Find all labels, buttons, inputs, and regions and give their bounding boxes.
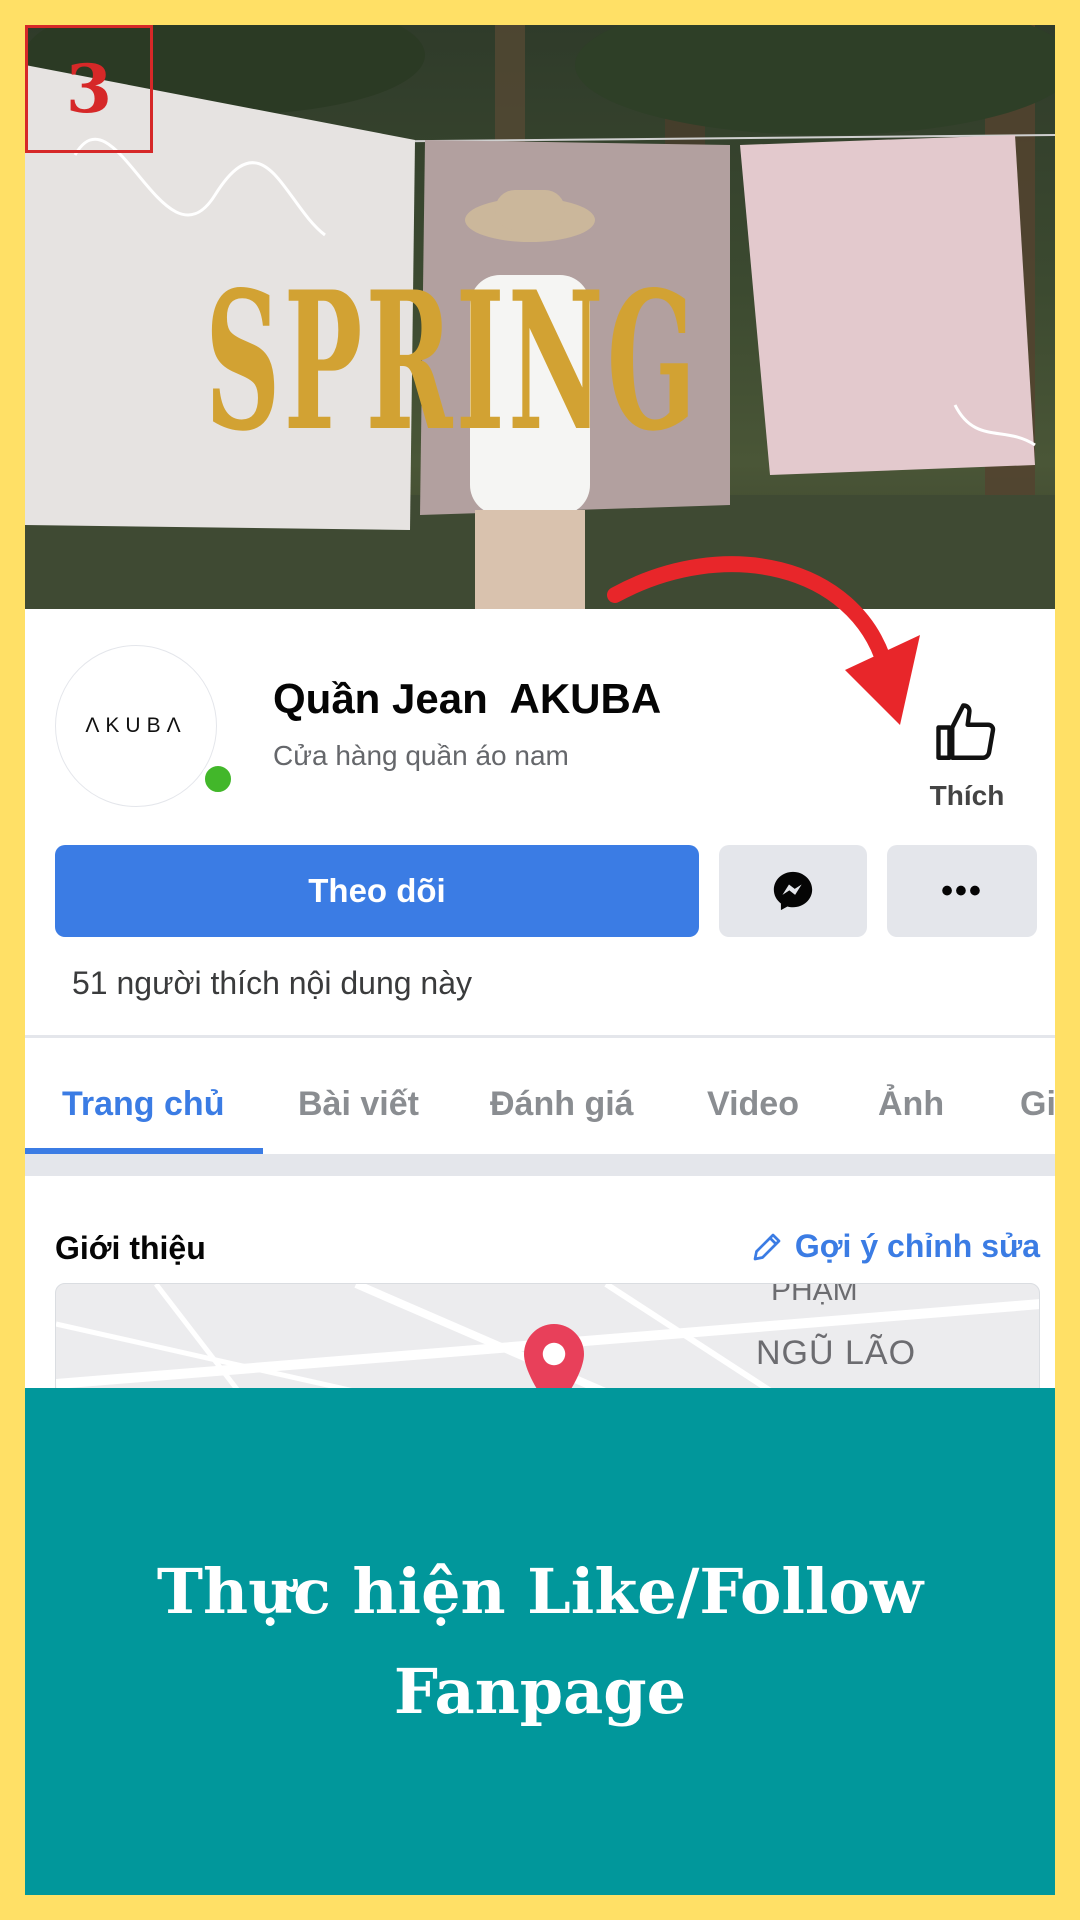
instruction-line-1: Thực hiện Like/Follow bbox=[156, 1554, 924, 1628]
avatar-logo-text: ΛKUBΛ bbox=[85, 714, 187, 737]
page-category: Cửa hàng quần áo nam bbox=[273, 740, 569, 771]
tab-more[interactable]: Gi bbox=[1020, 1085, 1055, 1124]
thumbs-up-icon bbox=[936, 703, 996, 760]
tab-posts[interactable]: Bài viết bbox=[298, 1085, 419, 1124]
page-name[interactable]: Quần Jean AKUBA bbox=[273, 675, 661, 723]
page-header: ΛKUBΛ Quần Jean AKUBA Cửa hàng quần áo n… bbox=[55, 645, 1045, 815]
suggest-edit-label: Gợi ý chỉnh sửa bbox=[794, 1228, 1040, 1264]
map-area-label-top: PHẠM bbox=[771, 1283, 858, 1307]
suggest-edit-link[interactable]: Gợi ý chỉnh sửa bbox=[749, 1228, 1040, 1265]
map-area-label: NGŨ LÃO bbox=[756, 1334, 917, 1372]
page-avatar[interactable]: ΛKUBΛ bbox=[55, 645, 217, 807]
page-tabs: Trang chủ Bài viết Đánh giá Video Ảnh Gi bbox=[25, 1045, 1055, 1155]
like-label: Thích bbox=[929, 780, 1005, 811]
screenshot-frame: SPRING 3 ΛKUBΛ Quần Jean AKUBA Cửa hàng … bbox=[25, 25, 1055, 1895]
action-buttons: Theo dõi ••• bbox=[55, 845, 1045, 937]
tab-home[interactable]: Trang chủ bbox=[62, 1085, 224, 1124]
likes-count: 51 người thích nội dung này bbox=[72, 965, 473, 1001]
tab-videos[interactable]: Video bbox=[707, 1085, 799, 1124]
instruction-text: Thực hiện Like/Follow Fanpage bbox=[90, 1542, 990, 1742]
step-number-box: 3 bbox=[25, 25, 153, 153]
tab-reviews[interactable]: Đánh giá bbox=[490, 1085, 634, 1124]
more-options-button[interactable]: ••• bbox=[887, 845, 1037, 937]
like-button[interactable]: Thích bbox=[905, 645, 1025, 825]
messenger-button[interactable] bbox=[719, 845, 867, 937]
cover-headline: SPRING bbox=[205, 250, 700, 473]
cover-photo: SPRING 3 bbox=[25, 25, 1055, 609]
step-number: 3 bbox=[66, 50, 112, 128]
instruction-line-2: Fanpage bbox=[393, 1654, 687, 1728]
tab-photos[interactable]: Ảnh bbox=[878, 1085, 944, 1124]
section-separator bbox=[25, 1154, 1055, 1176]
pencil-icon bbox=[753, 1233, 781, 1260]
instruction-banner: Thực hiện Like/Follow Fanpage bbox=[25, 1388, 1055, 1895]
messenger-icon bbox=[773, 871, 813, 911]
intro-title: Giới thiệu bbox=[55, 1230, 206, 1266]
divider bbox=[25, 1035, 1055, 1038]
online-status-dot bbox=[201, 762, 235, 796]
follow-button[interactable]: Theo dõi bbox=[55, 845, 699, 937]
